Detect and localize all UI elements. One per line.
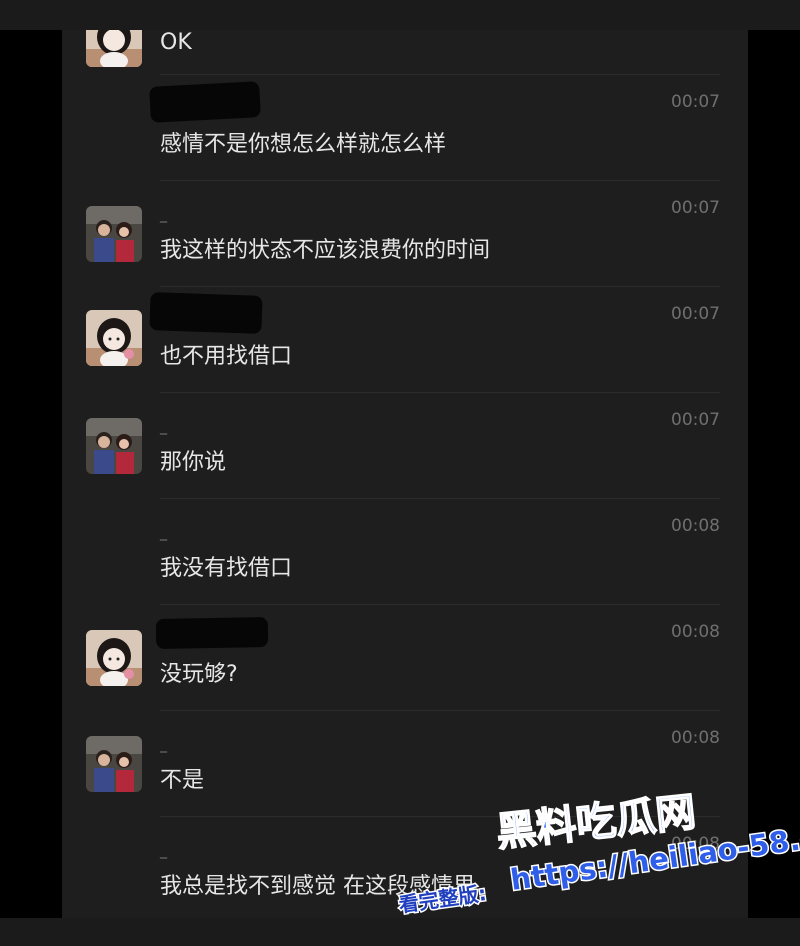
redacted-name — [149, 292, 263, 334]
message-time: 00:08 — [671, 516, 720, 536]
redacted-name — [149, 81, 261, 123]
message-row: _ 00:07 那你说 — [62, 392, 748, 498]
message-time: 00:07 — [671, 304, 720, 324]
couple-avatar-icon[interactable] — [86, 736, 142, 792]
message-divider — [160, 816, 720, 817]
message-divider — [160, 74, 720, 75]
message-time: 00:08 — [671, 728, 720, 748]
message-row: _ 00:08 我没有找借口 — [62, 498, 748, 604]
couple-avatar-icon[interactable] — [86, 206, 142, 262]
message-divider — [160, 180, 720, 181]
message-text: 没玩够? — [160, 662, 238, 687]
redacted-name — [155, 617, 269, 649]
sender-name: _ — [160, 207, 167, 223]
girl-avatar-icon[interactable] — [86, 310, 142, 366]
message-time: 00:08 — [671, 622, 720, 642]
message-row: _ 00:08 不是 — [62, 710, 748, 816]
top-status-bar — [0, 0, 800, 30]
message-row: 00:07 也不用找借口 — [62, 286, 748, 392]
message-text: 感情不是你想怎么样就怎么样 — [160, 132, 447, 157]
sender-name: _ — [160, 525, 167, 541]
sender-name: _ — [160, 843, 167, 859]
girl-avatar-icon[interactable] — [86, 30, 142, 67]
message-time: 00:08 — [671, 834, 720, 854]
bottom-bar — [0, 918, 800, 946]
message-text: 我这样的状态不应该浪费你的时间 — [160, 238, 491, 263]
girl-avatar-icon[interactable] — [86, 630, 142, 686]
message-text: 我没有找借口 — [160, 556, 293, 581]
message-time: 00:07 — [671, 92, 720, 112]
message-divider — [160, 286, 720, 287]
message-divider — [160, 392, 720, 393]
message-text: OK — [160, 30, 192, 55]
message-text: 我总是找不到感觉 在这段感情里 — [160, 874, 475, 899]
message-text: 不是 — [160, 768, 205, 793]
sender-name: _ — [160, 737, 167, 753]
message-divider — [160, 498, 720, 499]
message-divider — [160, 604, 720, 605]
message-row: _ 00:07 我这样的状态不应该浪费你的时间 — [62, 180, 748, 286]
message-row: _ 00:08 我总是找不到感觉 在这段感情里 — [62, 816, 748, 918]
message-time: 00:07 — [671, 410, 720, 430]
message-row: 00:07 感情不是你想怎么样就怎么样 — [62, 74, 748, 180]
message-time: 00:07 — [671, 198, 720, 218]
message-text: 也不用找借口 — [160, 344, 293, 369]
message-row: 00:08 没玩够? — [62, 604, 748, 710]
message-divider — [160, 710, 720, 711]
chat-history-panel[interactable]: OK 00:07 感情不是你想怎么样就怎么样 _ 00:07 我这样的状态不应该… — [62, 30, 748, 918]
message-text: 那你说 — [160, 450, 227, 475]
couple-avatar-icon[interactable] — [86, 418, 142, 474]
sender-name: _ — [160, 419, 167, 435]
